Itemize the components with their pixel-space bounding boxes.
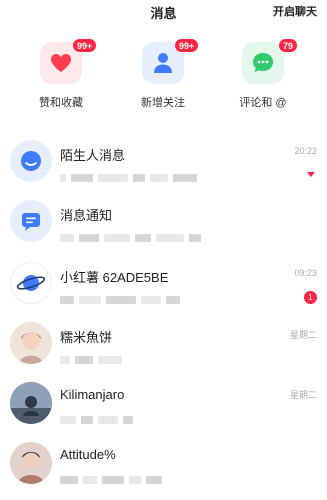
conversation-time: 09:23 — [294, 268, 317, 278]
avatar — [10, 382, 52, 424]
avatar — [10, 140, 52, 182]
conversation-row-notifications[interactable]: 消息通知 — [0, 194, 327, 252]
conversation-time: 20:22 — [294, 146, 317, 156]
conversation-name: 小红薯 62ADE5BE — [60, 270, 169, 285]
conversation-row-user[interactable]: 糯米魚饼 星期二 — [0, 316, 327, 374]
photo-avatar — [10, 382, 52, 424]
start-chat-button[interactable]: 开启聊天 — [273, 3, 317, 19]
conversation-preview — [60, 229, 287, 242]
conversation-row-strangers[interactable]: 陌生人消息 20:22 — [0, 134, 327, 192]
conversation-time: 星期二 — [289, 330, 317, 340]
likes-favorites-entry[interactable]: 99+ 赞和收藏 — [16, 38, 106, 110]
conversation-name: 陌生人消息 — [60, 148, 126, 163]
photo-avatar — [10, 322, 52, 364]
planet-icon — [16, 275, 46, 291]
conversation-name: 糯米魚饼 — [60, 330, 113, 345]
conversation-preview — [60, 169, 287, 182]
avatar — [10, 322, 52, 364]
comments-label: 评论和 @ — [239, 97, 287, 109]
conversation-preview — [60, 351, 287, 364]
quick-actions: 99+ 赞和收藏 99+ 新增关注 79 评论和 @ — [0, 38, 327, 110]
unread-indicator — [307, 172, 315, 177]
conversation-row-user[interactable]: Attitude% — [0, 436, 327, 494]
avatar — [10, 442, 52, 484]
conversation-preview — [60, 291, 287, 304]
conversation-time: 星期二 — [289, 390, 317, 400]
comments-mentions-entry[interactable]: 79 评论和 @ — [218, 38, 308, 110]
notification-icon — [22, 213, 40, 231]
unread-badge: 1 — [304, 291, 317, 304]
conversation-name: Attitude% — [60, 447, 116, 462]
conversation-name: Kilimanjaro — [60, 387, 125, 402]
top-bar: 消息 开启聊天 — [0, 0, 327, 24]
new-followers-entry[interactable]: 99+ 新增关注 — [118, 38, 208, 110]
conversation-preview — [60, 471, 287, 484]
likes-label: 赞和收藏 — [39, 97, 83, 109]
conversation-row-user[interactable]: Kilimanjaro 星期二 — [0, 376, 327, 434]
followers-label: 新增关注 — [141, 97, 185, 109]
conversation-preview — [60, 411, 287, 424]
likes-badge: 99+ — [72, 38, 98, 53]
chat-bubble-icon — [21, 151, 41, 171]
avatar — [10, 262, 52, 304]
followers-badge: 99+ — [174, 38, 200, 53]
avatar — [10, 200, 52, 242]
photo-avatar — [10, 442, 52, 484]
conversation-row-user[interactable]: 小红薯 62ADE5BE 09:23 1 — [0, 256, 327, 314]
conversation-name: 消息通知 — [60, 208, 113, 223]
comments-badge: 79 — [278, 38, 299, 53]
